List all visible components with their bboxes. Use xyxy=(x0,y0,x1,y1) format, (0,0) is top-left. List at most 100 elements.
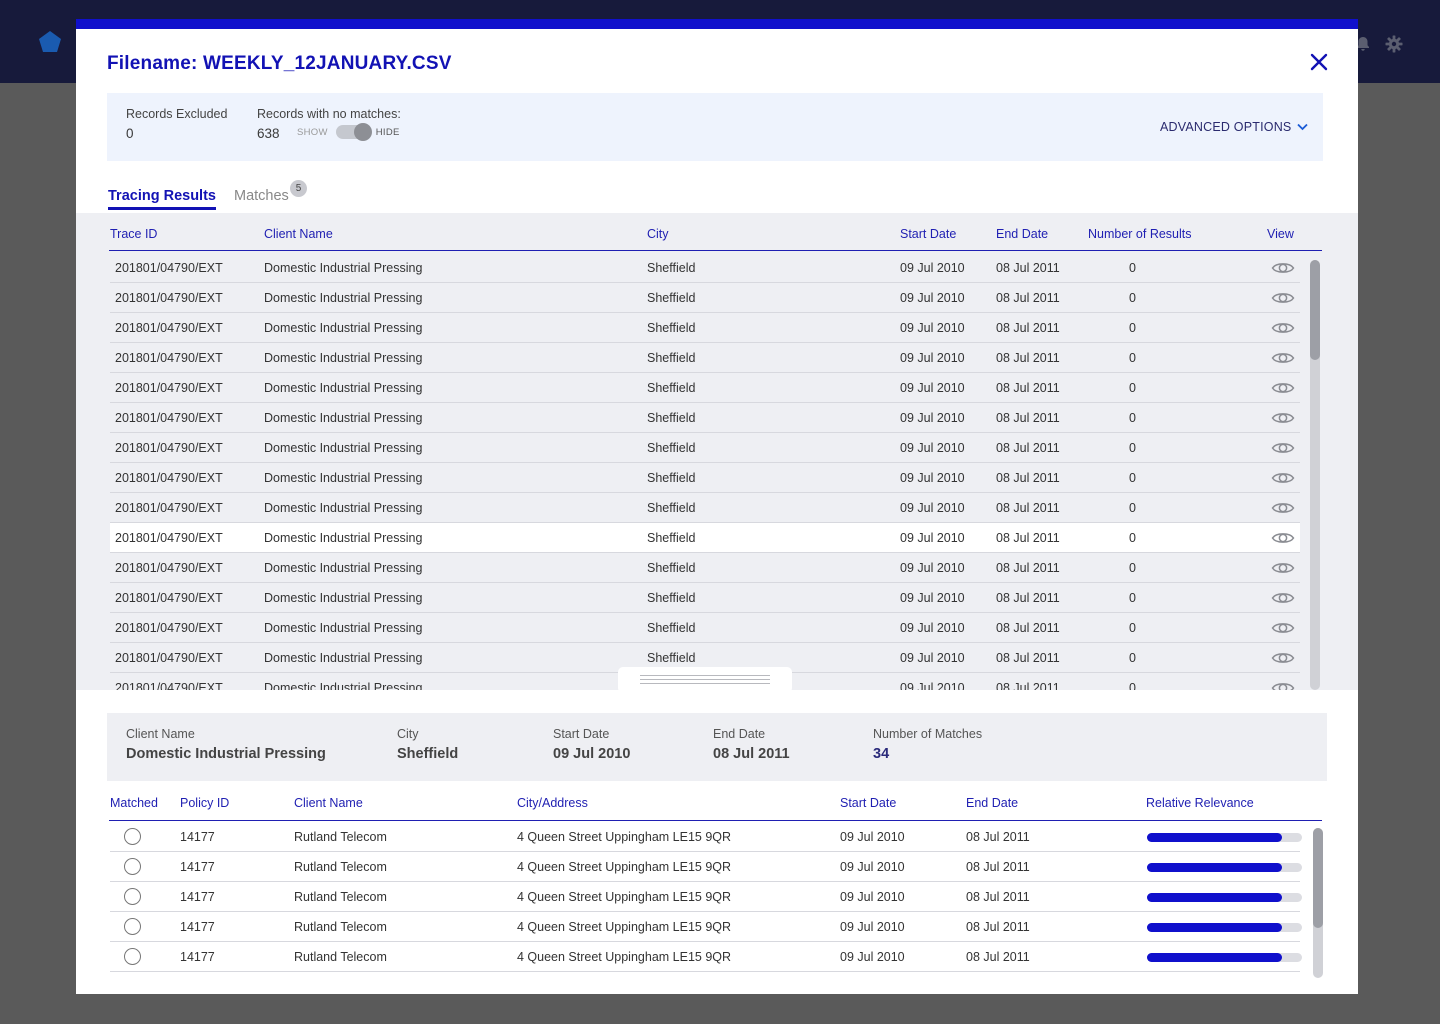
table-row[interactable]: 201801/04790/EXT Domestic Industrial Pres… xyxy=(110,433,1300,463)
close-icon[interactable] xyxy=(1308,51,1330,73)
table-row[interactable]: 201801/04790/EXT Domestic Industrial Pres… xyxy=(110,583,1300,613)
end-date-cell: 08 Jul 2011 xyxy=(996,471,1060,485)
col-header-relative-relevance[interactable]: Relative Relevance xyxy=(1146,796,1254,810)
start-date-cell: 09 Jul 2010 xyxy=(900,321,965,335)
tracing-scrollbar[interactable] xyxy=(1310,260,1320,690)
city-cell: Sheffield xyxy=(647,471,696,485)
eye-icon[interactable] xyxy=(1271,290,1295,306)
tracing-scrollbar-thumb[interactable] xyxy=(1310,260,1320,360)
detail-number-of-matches-label: Number of Matches xyxy=(873,727,983,741)
start-date-cell: 09 Jul 2010 xyxy=(900,591,965,605)
eye-icon[interactable] xyxy=(1271,410,1295,426)
table-row[interactable]: 201801/04790/EXT Domestic Industrial Pres… xyxy=(110,253,1300,283)
end-date-cell: 08 Jul 2011 xyxy=(996,321,1060,335)
col-header-match-end-date[interactable]: End Date xyxy=(966,796,1018,810)
trace-id-cell: 201801/04790/EXT xyxy=(115,381,223,395)
matched-radio[interactable] xyxy=(124,948,141,965)
col-header-client-name[interactable]: Client Name xyxy=(264,227,333,241)
table-row[interactable]: 201801/04790/EXT Domestic Industrial Pres… xyxy=(110,283,1300,313)
number-of-results-cell: 0 xyxy=(1129,321,1136,335)
match-start-date-cell: 09 Jul 2010 xyxy=(840,890,905,904)
col-header-matched[interactable]: Matched xyxy=(110,796,158,810)
eye-icon[interactable] xyxy=(1271,590,1295,606)
col-header-match-start-date[interactable]: Start Date xyxy=(840,796,896,810)
number-of-results-cell: 0 xyxy=(1129,441,1136,455)
city-address-cell: 4 Queen Street Uppingham LE15 9QR xyxy=(517,890,732,904)
col-header-trace-id[interactable]: Trace ID xyxy=(110,227,157,241)
relevance-bar-fill xyxy=(1147,833,1282,842)
client-name-cell: Domestic Industrial Pressing xyxy=(264,681,423,690)
matched-radio[interactable] xyxy=(124,828,141,845)
gear-icon[interactable] xyxy=(1385,35,1403,53)
table-row[interactable]: 201801/04790/EXT Domestic Industrial Pres… xyxy=(110,523,1300,553)
col-header-end-date[interactable]: End Date xyxy=(996,227,1048,241)
table-row[interactable]: 201801/04790/EXT Domestic Industrial Pres… xyxy=(110,343,1300,373)
summary-panel: Records Excluded 0 Records with no match… xyxy=(107,93,1323,161)
trace-id-cell: 201801/04790/EXT xyxy=(115,561,223,575)
table-row[interactable]: 201801/04790/EXT Domestic Industrial Pres… xyxy=(110,313,1300,343)
tab-tracing-results[interactable]: Tracing Results xyxy=(108,188,216,210)
relevance-bar-fill xyxy=(1147,953,1282,962)
start-date-cell: 09 Jul 2010 xyxy=(900,291,965,305)
match-row[interactable]: 14177 Rutland Telecom 4 Queen Street Uppin… xyxy=(110,822,1302,852)
eye-icon[interactable] xyxy=(1271,680,1295,690)
toggle-show-label[interactable]: SHOW xyxy=(297,127,328,138)
city-cell: Sheffield xyxy=(647,411,696,425)
match-start-date-cell: 09 Jul 2010 xyxy=(840,860,905,874)
table-row[interactable]: 201801/04790/EXT Domestic Industrial Pres… xyxy=(110,403,1300,433)
col-header-policy-id[interactable]: Policy ID xyxy=(180,796,229,810)
end-date-cell: 08 Jul 2011 xyxy=(996,411,1060,425)
match-row[interactable]: 14177 Rutland Telecom 4 Queen Street Uppin… xyxy=(110,912,1302,942)
match-row[interactable]: 14177 Rutland Telecom 4 Queen Street Uppin… xyxy=(110,852,1302,882)
col-header-city-address[interactable]: City/Address xyxy=(517,796,588,810)
number-of-results-cell: 0 xyxy=(1129,651,1136,665)
col-header-match-client-name[interactable]: Client Name xyxy=(294,796,363,810)
table-row[interactable]: 201801/04790/EXT Domestic Industrial Pres… xyxy=(110,493,1300,523)
number-of-results-cell: 0 xyxy=(1129,411,1136,425)
client-name-cell: Domestic Industrial Pressing xyxy=(264,471,423,485)
relevance-bar xyxy=(1147,893,1302,902)
tab-matches[interactable]: Matches xyxy=(234,188,289,204)
city-cell: Sheffield xyxy=(647,561,696,575)
client-name-cell: Domestic Industrial Pressing xyxy=(264,321,423,335)
eye-icon[interactable] xyxy=(1271,560,1295,576)
table-row[interactable]: 201801/04790/EXT Domestic Industrial Pres… xyxy=(110,553,1300,583)
client-name-cell: Domestic Industrial Pressing xyxy=(264,261,423,275)
match-row[interactable]: 14177 Rutland Telecom 4 Queen Street Uppin… xyxy=(110,942,1302,972)
eye-icon[interactable] xyxy=(1271,380,1295,396)
start-date-cell: 09 Jul 2010 xyxy=(900,651,965,665)
eye-icon[interactable] xyxy=(1271,440,1295,456)
eye-icon[interactable] xyxy=(1271,530,1295,546)
match-row[interactable]: 14177 Rutland Telecom 4 Queen Street Uppin… xyxy=(110,882,1302,912)
client-name-cell: Domestic Industrial Pressing xyxy=(264,561,423,575)
match-end-date-cell: 08 Jul 2011 xyxy=(966,860,1030,874)
table-row[interactable]: 201801/04790/EXT Domestic Industrial Pres… xyxy=(110,463,1300,493)
matches-scrollbar[interactable] xyxy=(1313,828,1323,978)
eye-icon[interactable] xyxy=(1271,500,1295,516)
col-header-number-of-results[interactable]: Number of Results xyxy=(1088,227,1192,241)
eye-icon[interactable] xyxy=(1271,620,1295,636)
matches-scrollbar-thumb[interactable] xyxy=(1313,828,1323,928)
match-client-name-cell: Rutland Telecom xyxy=(294,830,387,844)
eye-icon[interactable] xyxy=(1271,350,1295,366)
matched-radio[interactable] xyxy=(124,918,141,935)
show-hide-toggle[interactable] xyxy=(335,123,372,141)
relevance-bar-fill xyxy=(1147,923,1282,932)
eye-icon[interactable] xyxy=(1271,260,1295,276)
table-row[interactable]: 201801/04790/EXT Domestic Industrial Pres… xyxy=(110,613,1300,643)
eye-icon[interactable] xyxy=(1271,320,1295,336)
col-header-start-date[interactable]: Start Date xyxy=(900,227,956,241)
advanced-options-button[interactable]: ADVANCED OPTIONS xyxy=(1160,120,1309,134)
end-date-cell: 08 Jul 2011 xyxy=(996,591,1060,605)
matched-radio[interactable] xyxy=(124,858,141,875)
eye-icon[interactable] xyxy=(1271,650,1295,666)
table-row[interactable]: 201801/04790/EXT Domestic Industrial Pres… xyxy=(110,373,1300,403)
number-of-results-cell: 0 xyxy=(1129,621,1136,635)
city-cell: Sheffield xyxy=(647,621,696,635)
detail-client-name-label: Client Name xyxy=(126,727,195,741)
matched-radio[interactable] xyxy=(124,888,141,905)
col-header-city[interactable]: City xyxy=(647,227,669,241)
advanced-options-label: ADVANCED OPTIONS xyxy=(1160,120,1292,134)
toggle-hide-label[interactable]: HIDE xyxy=(376,127,400,138)
eye-icon[interactable] xyxy=(1271,470,1295,486)
